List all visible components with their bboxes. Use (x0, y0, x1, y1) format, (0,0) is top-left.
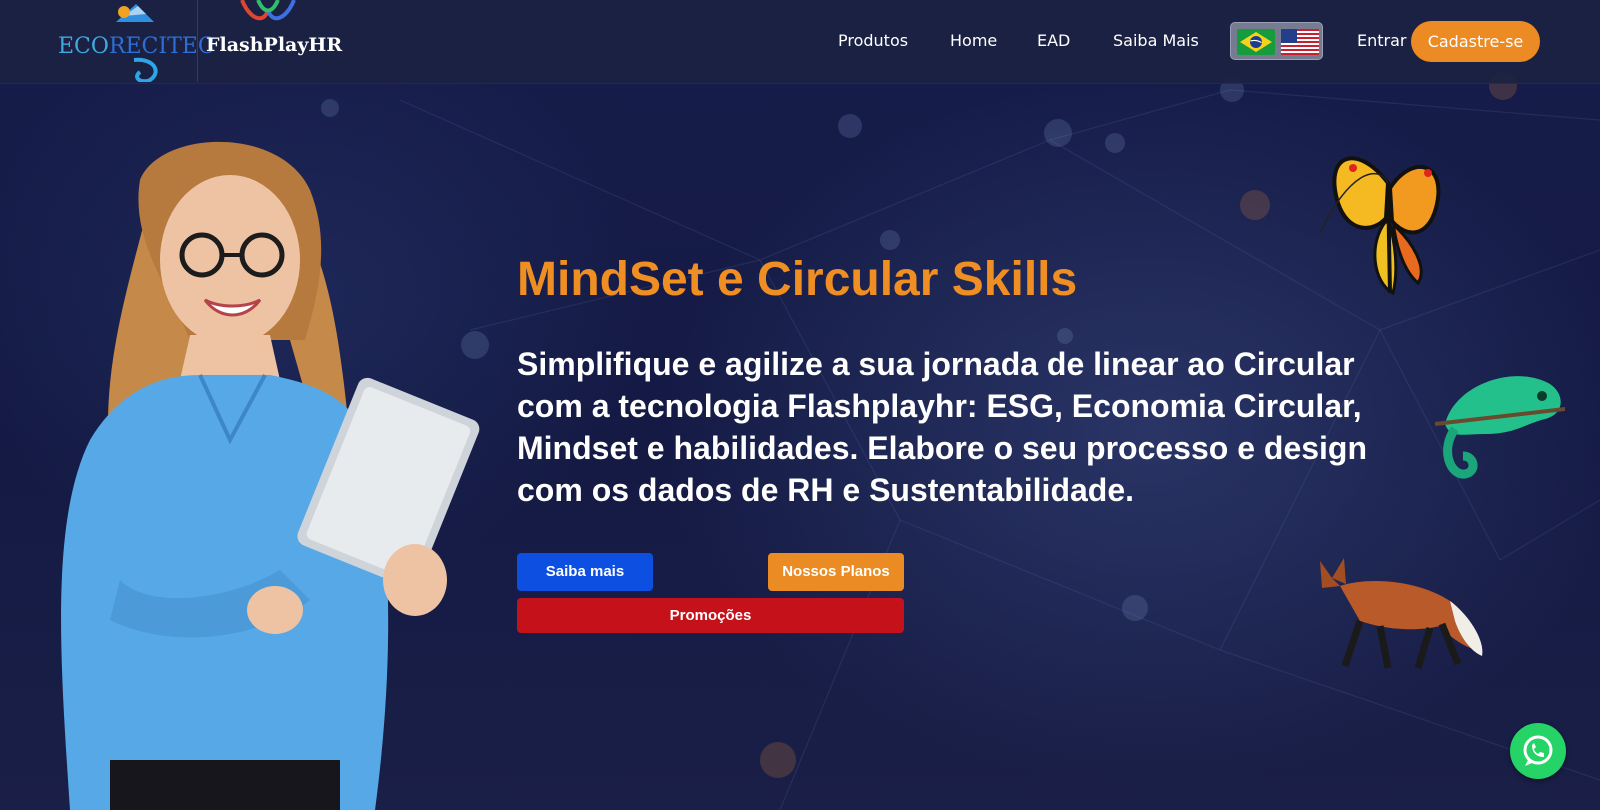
nav-ead[interactable]: EAD (1037, 31, 1070, 50)
top-navigation-bar: ECORECITEC FlashPlayHR Produtos Home EAD… (0, 0, 1600, 84)
nav-produtos[interactable]: Produtos (838, 31, 908, 50)
login-link[interactable]: Entrar (1357, 31, 1406, 50)
butterfly-image (1319, 156, 1441, 296)
nossos-planos-button[interactable]: Nossos Planos (768, 553, 904, 591)
language-selector[interactable] (1230, 22, 1323, 60)
nav-saiba-mais[interactable]: Saiba Mais (1113, 31, 1199, 50)
hero-description: Simplifique e agilize a sua jornada de l… (517, 346, 1368, 508)
logo-eco-part2: RECITEC (108, 34, 215, 59)
brazil-flag-icon[interactable] (1237, 29, 1275, 55)
hero-title: MindSet e Circular Skills (517, 253, 1078, 306)
whatsapp-icon (1523, 735, 1553, 766)
saiba-mais-button[interactable]: Saiba mais (517, 553, 653, 591)
whatsapp-chat-button[interactable] (1510, 723, 1566, 779)
maned-wolf-image (1320, 558, 1483, 670)
logo-divider (197, 0, 198, 82)
logo-eco-part1: ECO (58, 34, 109, 59)
nav-home[interactable]: Home (950, 31, 997, 50)
flashplayhr-logo-text[interactable]: FlashPlayHR (206, 34, 342, 56)
flashplayhr-logo-mark (240, 0, 296, 21)
ecorecitec-logo-text[interactable]: ECORECITEC (58, 34, 215, 59)
chameleon-image (1434, 376, 1565, 479)
usa-flag-icon[interactable] (1281, 29, 1319, 55)
signup-button[interactable]: Cadastre-se (1411, 21, 1540, 62)
woman-with-tablet-image (61, 141, 480, 810)
promocoes-button[interactable]: Promoções (517, 598, 904, 633)
